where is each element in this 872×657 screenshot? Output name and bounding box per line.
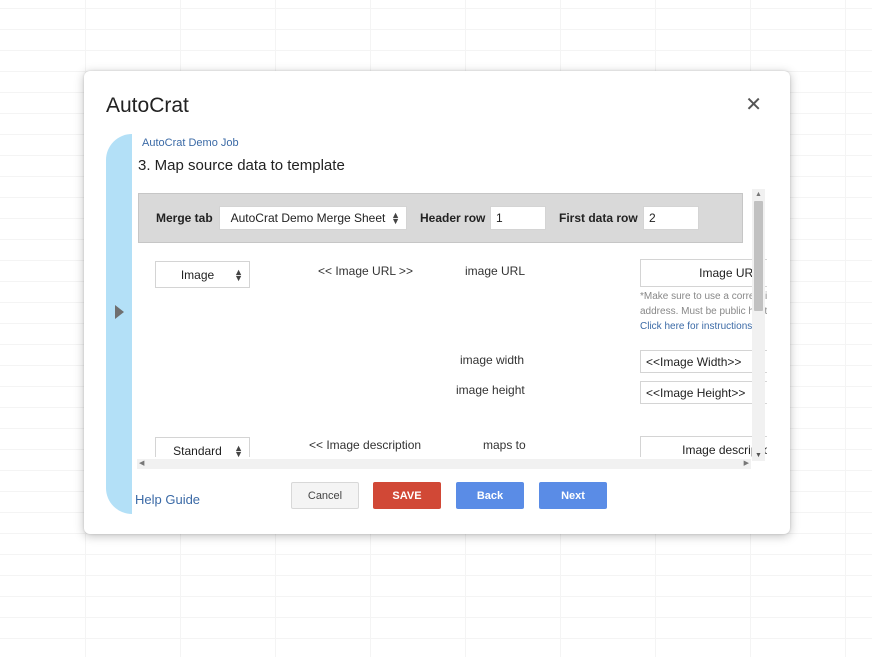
autocrat-dialog: AutoCrat ✕ AutoCrat Demo Job 3. Map sour… [84,71,790,534]
template-tag: << Image description [309,438,422,452]
select-arrows-icon: ▲ ▼ [391,210,400,226]
image-height-label: image height [456,383,525,397]
select-arrows-icon: ▲ ▼ [234,266,243,283]
help-guide-link[interactable]: Help Guide [135,492,200,507]
header-row-input[interactable]: 1 [490,206,546,230]
maps-to-label: maps to [483,438,526,452]
image-url-label: image URL [465,264,526,278]
scroll-left-icon[interactable]: ◀ [139,459,144,467]
vertical-scrollbar[interactable]: ▲ ▼ [752,189,765,461]
first-data-row-label: First data row [559,211,638,225]
mapping-type-select[interactable]: Image ▲ ▼ [155,261,250,288]
image-width-label: image width [460,353,525,367]
horizontal-scrollbar[interactable]: ◀ ▶ [137,459,751,469]
merge-settings-bar: Merge tab AutoCrat Demo Merge Sheet ▲ ▼ H… [138,193,743,243]
image-height-input[interactable]: <<Image Height>> [640,381,767,404]
dialog-title: AutoCrat [106,94,189,117]
image-width-input[interactable]: <<Image Width>> [640,350,767,373]
job-name: AutoCrat Demo Job [142,137,239,149]
template-tag: << Image URL >> [318,264,413,278]
close-icon[interactable]: ✕ [745,95,762,115]
back-button[interactable]: Back [456,482,524,509]
merge-tab-select[interactable]: AutoCrat Demo Merge Sheet ▲ ▼ [219,206,407,230]
select-arrows-icon: ▲ ▼ [234,442,243,457]
scroll-right-icon[interactable]: ▶ [744,459,749,467]
mapping-type-select[interactable]: Standard ▲ ▼ [155,437,250,457]
scroll-down-icon[interactable]: ▼ [755,452,762,459]
side-panel-toggle[interactable] [106,134,132,514]
instructions-link[interactable]: Click here for instructions. [640,321,755,332]
header-row-label: Header row [420,211,486,225]
scroll-up-icon[interactable]: ▲ [755,191,762,198]
image-url-select[interactable]: Image URL ▲▼ [640,259,767,287]
next-button[interactable]: Next [539,482,607,509]
step-title: 3. Map source data to template [138,157,345,174]
image-url-note: *Make sure to use a correct image addres… [640,291,767,332]
scrollbar-thumb[interactable] [754,201,763,311]
caret-right-icon [115,305,124,319]
first-data-row-input[interactable]: 2 [643,206,699,230]
save-button[interactable]: SAVE [373,482,441,509]
merge-tab-label: Merge tab [156,211,213,225]
mapping-scroll-area: Merge tab AutoCrat Demo Merge Sheet ▲ ▼ H… [137,187,767,457]
image-description-select[interactable]: Image description ▲▼ [640,436,767,457]
cancel-button[interactable]: Cancel [291,482,359,509]
